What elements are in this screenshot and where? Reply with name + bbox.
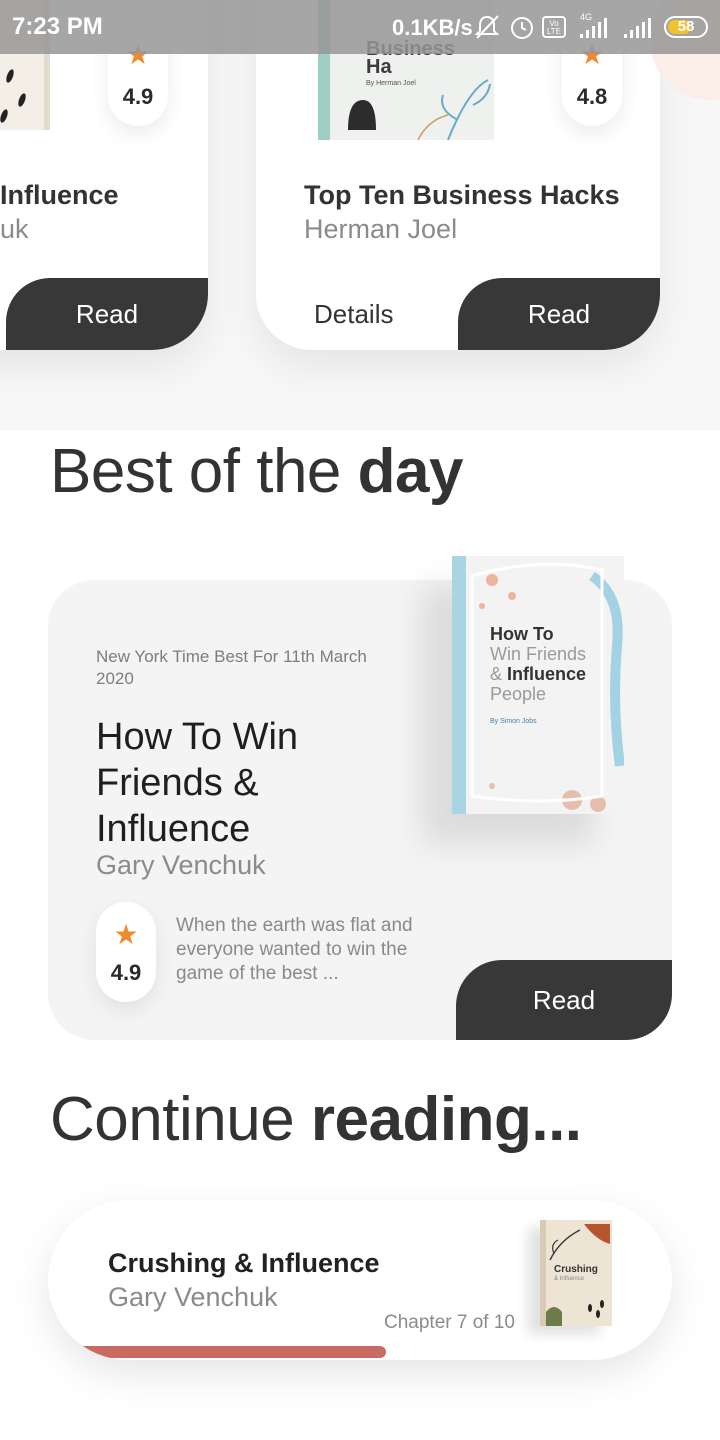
status-time: 7:23 PM [12,13,103,40]
best-book-cover: How To Win Friends & Influence People By… [452,556,624,814]
battery-icon: 58 [664,16,708,38]
signal-icon [580,18,651,38]
read-button[interactable]: Read [6,278,208,350]
heading-light-text: Continue [50,1085,295,1154]
cover-line3-prefix: & [490,664,503,684]
heading-bold-text: reading... [310,1085,582,1154]
status-bar: 7:23 PM 0.1KB/s Vo LTE 4G 58 [0,0,720,54]
best-description: When the earth was flat and everyone wan… [176,915,413,984]
best-eyebrow: New York Time Best For 11th March 2020 [96,647,367,688]
continue-book-title: Crushing & Influence [108,1248,380,1278]
network-speed: 0.1KB/s [392,15,473,40]
chapter-progress-text: Chapter 7 of 10 [384,1312,515,1333]
volte-label: Vo LTE [546,19,562,36]
reading-progress-bar [78,1346,518,1358]
cover-byline: By Simon Jobs [490,718,537,725]
continue-book-cover: Crushing & Influence [540,1220,612,1326]
mute-icon [474,15,500,39]
top-books-carousel[interactable]: ★ 4.9 Influence uk Read Business Ha By H… [0,0,720,430]
cover-subtitle: & Influence [554,1276,585,1282]
book-author: uk [0,214,29,244]
book-title: Top Ten Business Hacks [304,180,620,210]
details-button[interactable]: Details [314,278,393,350]
volte-icon: Vo LTE [542,16,566,38]
continue-book-author: Gary Venchuk [108,1282,278,1312]
best-book-author: Gary Venchuk [96,850,266,880]
cover-line2: Win Friends [490,644,587,664]
alarm-icon [511,17,533,39]
read-button[interactable]: Read [458,278,660,350]
rating-value: 4.9 [110,960,142,985]
reading-progress-fill [78,1346,386,1358]
book-author: Herman Joel [304,214,458,244]
battery-level: 58 [677,18,695,35]
star-icon: ★ [113,919,139,950]
read-button[interactable]: Read [456,960,672,1040]
book-title: Influence [0,180,119,210]
cover-line3-bold: Influence [507,664,587,684]
rating-badge: ★ 4.9 [96,902,156,1002]
best-of-day-heading: Best of the day [50,436,464,507]
rating-value: 4.8 [576,84,608,109]
heading-bold-text: day [357,437,464,506]
cover-line1: How To [490,624,554,644]
heading-light-text: Best of the [50,437,341,506]
continue-reading-heading: Continue reading... [50,1084,582,1155]
cover-title: Crushing [554,1264,598,1275]
cover-line4: People [490,684,547,704]
best-book-title: How To Win Friends & Influence [96,716,299,850]
rating-value: 4.9 [122,84,154,109]
continue-reading-card[interactable]: Crushing & Influence Gary Venchuk Chapte… [48,1200,672,1360]
